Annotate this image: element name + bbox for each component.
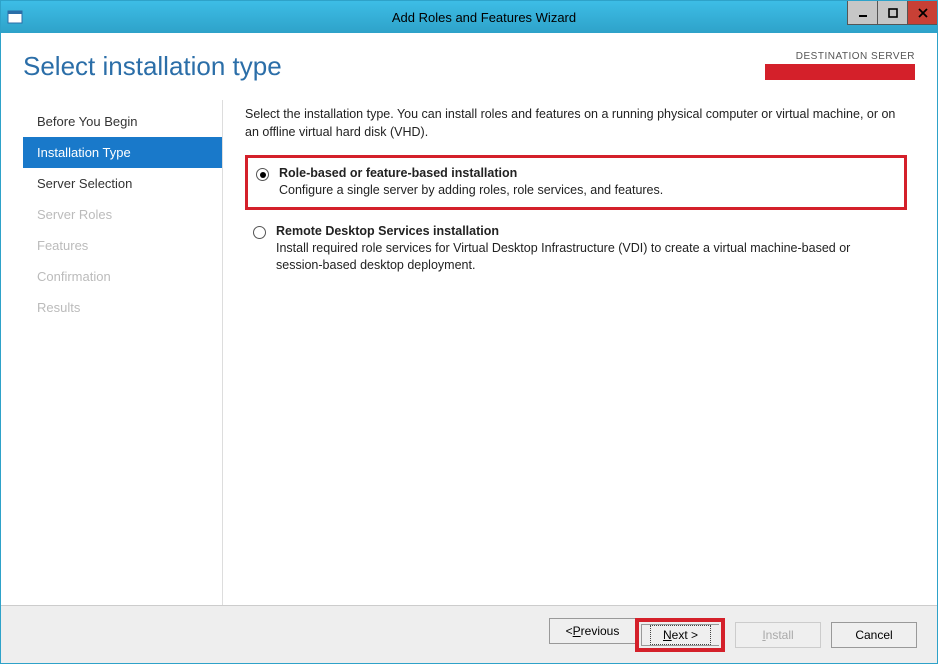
step-server-selection[interactable]: Server Selection — [23, 168, 222, 199]
destination-server-label: DESTINATION SERVER — [765, 51, 915, 62]
option-text: Role-based or feature-based installation… — [279, 166, 663, 199]
step-results: Results — [23, 292, 222, 323]
option-text: Remote Desktop Services installation Ins… — [276, 224, 899, 274]
window-controls — [847, 1, 937, 25]
wizard-window: Add Roles and Features Wizard Select ins… — [0, 0, 938, 664]
option-title: Role-based or feature-based installation — [279, 166, 663, 180]
page-title: Select installation type — [23, 51, 282, 82]
wizard-icon — [7, 9, 23, 25]
titlebar[interactable]: Add Roles and Features Wizard — [1, 1, 937, 33]
close-button[interactable] — [907, 1, 937, 25]
step-installation-type[interactable]: Installation Type — [23, 137, 222, 168]
radio-rds[interactable] — [253, 226, 266, 239]
intro-text: Select the installation type. You can in… — [245, 106, 907, 141]
step-features: Features — [23, 230, 222, 261]
window-title: Add Roles and Features Wizard — [31, 10, 937, 25]
header-row: Select installation type DESTINATION SER… — [23, 51, 915, 82]
wizard-steps-sidebar: Before You Begin Installation Type Serve… — [23, 100, 223, 605]
step-before-you-begin[interactable]: Before You Begin — [23, 106, 222, 137]
step-server-roles: Server Roles — [23, 199, 222, 230]
option-role-based[interactable]: Role-based or feature-based installation… — [245, 155, 907, 210]
install-button: Install — [735, 622, 821, 648]
option-title: Remote Desktop Services installation — [276, 224, 899, 238]
wizard-footer: < Previous Next > Install Cancel — [1, 605, 937, 663]
option-rds[interactable]: Remote Desktop Services installation Ins… — [245, 216, 907, 282]
destination-server-redacted — [765, 64, 915, 80]
maximize-button[interactable] — [877, 1, 907, 25]
previous-button[interactable]: < Previous — [549, 618, 635, 644]
body-row: Before You Begin Installation Type Serve… — [23, 100, 915, 605]
cancel-button[interactable]: Cancel — [831, 622, 917, 648]
next-button[interactable]: Next > — [641, 624, 719, 646]
option-desc: Install required role services for Virtu… — [276, 240, 899, 274]
step-confirmation: Confirmation — [23, 261, 222, 292]
content-pane: Select the installation type. You can in… — [223, 100, 915, 605]
destination-server-block: DESTINATION SERVER — [765, 51, 915, 80]
wizard-body: Select installation type DESTINATION SER… — [1, 33, 937, 605]
minimize-button[interactable] — [847, 1, 877, 25]
next-button-highlight: Next > — [635, 618, 725, 652]
radio-role-based[interactable] — [256, 168, 269, 181]
option-desc: Configure a single server by adding role… — [279, 182, 663, 199]
nav-button-group: < Previous Next > — [549, 618, 725, 652]
